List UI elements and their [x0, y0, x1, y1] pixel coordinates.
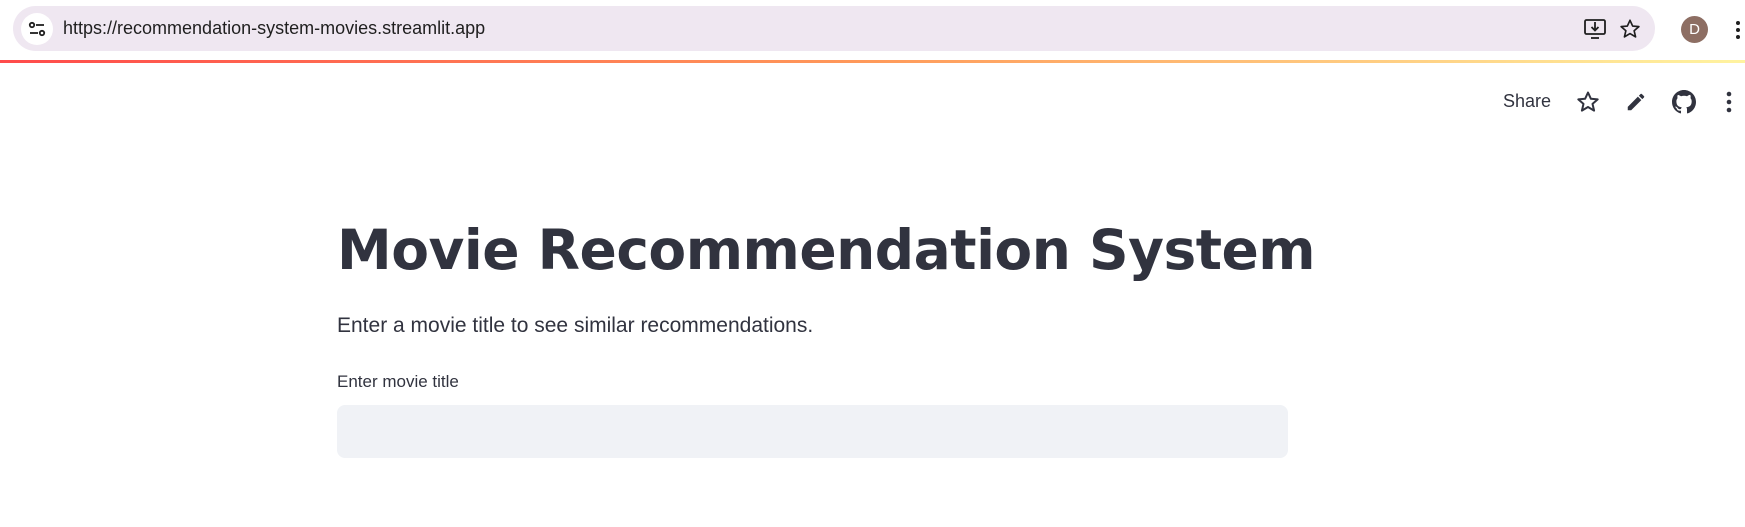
profile-avatar[interactable]: D	[1681, 16, 1708, 43]
url-text[interactable]: https://recommendation-system-movies.str…	[63, 18, 485, 39]
share-button[interactable]: Share	[1503, 91, 1551, 112]
edit-icon[interactable]	[1623, 89, 1649, 115]
movie-title-input[interactable]	[337, 405, 1288, 458]
star-icon[interactable]	[1575, 89, 1601, 115]
site-info-icon[interactable]	[21, 13, 53, 45]
browser-toolbar: https://recommendation-system-movies.str…	[0, 0, 1745, 60]
bookmark-star-icon[interactable]	[1616, 15, 1644, 43]
page-title: Movie Recommendation System	[337, 218, 1316, 282]
github-icon[interactable]	[1671, 89, 1697, 115]
install-app-icon[interactable]	[1581, 15, 1609, 43]
streamlit-decoration-bar	[0, 60, 1745, 63]
more-vert-icon[interactable]	[1716, 89, 1742, 115]
address-bar[interactable]: https://recommendation-system-movies.str…	[13, 6, 1655, 51]
browser-menu-icon[interactable]	[1732, 16, 1744, 44]
page-subtitle: Enter a movie title to see similar recom…	[337, 314, 814, 337]
movie-title-label: Enter movie title	[337, 372, 459, 391]
